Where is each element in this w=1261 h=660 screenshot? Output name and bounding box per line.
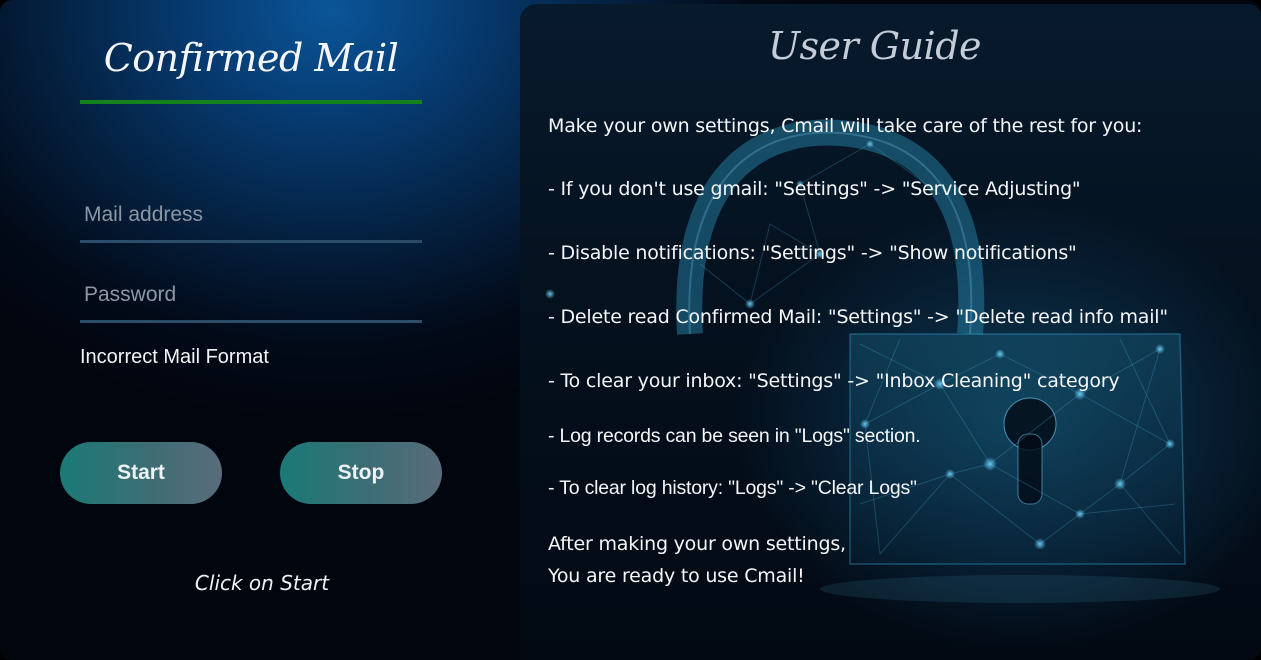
title-underline	[80, 100, 422, 104]
status-hint: Click on Start	[194, 571, 330, 595]
guide-outro-line-2: You are ready to use Cmail!	[548, 565, 805, 587]
padlock-network-icon	[545, 119, 1220, 603]
app-title: Confirmed Mail	[103, 36, 399, 80]
error-message: Incorrect Mail Format	[80, 346, 269, 368]
guide-title: User Guide	[767, 24, 982, 68]
guide-inbox-line: - To clear your inbox: "Settings" -> "In…	[548, 370, 1120, 392]
user-guide-panel: User Guide Make your own settings, Cmail…	[520, 4, 1261, 660]
guide-logs-line: - Log records can be seen in "Logs" sect…	[548, 425, 921, 447]
app-window: Confirmed Mail Incorrect Mail Format Sta…	[0, 0, 1261, 660]
start-button[interactable]: Start	[60, 442, 222, 504]
mail-field[interactable]	[80, 190, 422, 243]
login-panel: Confirmed Mail Incorrect Mail Format Sta…	[0, 0, 520, 660]
guide-outro-line-1: After making your own settings,	[548, 533, 846, 555]
mail-address-input[interactable]	[80, 202, 416, 228]
password-field[interactable]	[80, 270, 422, 323]
password-input[interactable]	[80, 282, 416, 308]
guide-clear-logs-line: - To clear log history: "Logs" -> "Clear…	[548, 477, 917, 499]
stop-button[interactable]: Stop	[280, 442, 442, 504]
guide-intro-line: Make your own settings, Cmail will take …	[548, 115, 1143, 137]
guide-delete-line: - Delete read Confirmed Mail: "Settings"…	[548, 306, 1168, 328]
guide-notifications-line: - Disable notifications: "Settings" -> "…	[548, 242, 1077, 264]
guide-service-line: - If you don't use gmail: "Settings" -> …	[548, 178, 1081, 200]
